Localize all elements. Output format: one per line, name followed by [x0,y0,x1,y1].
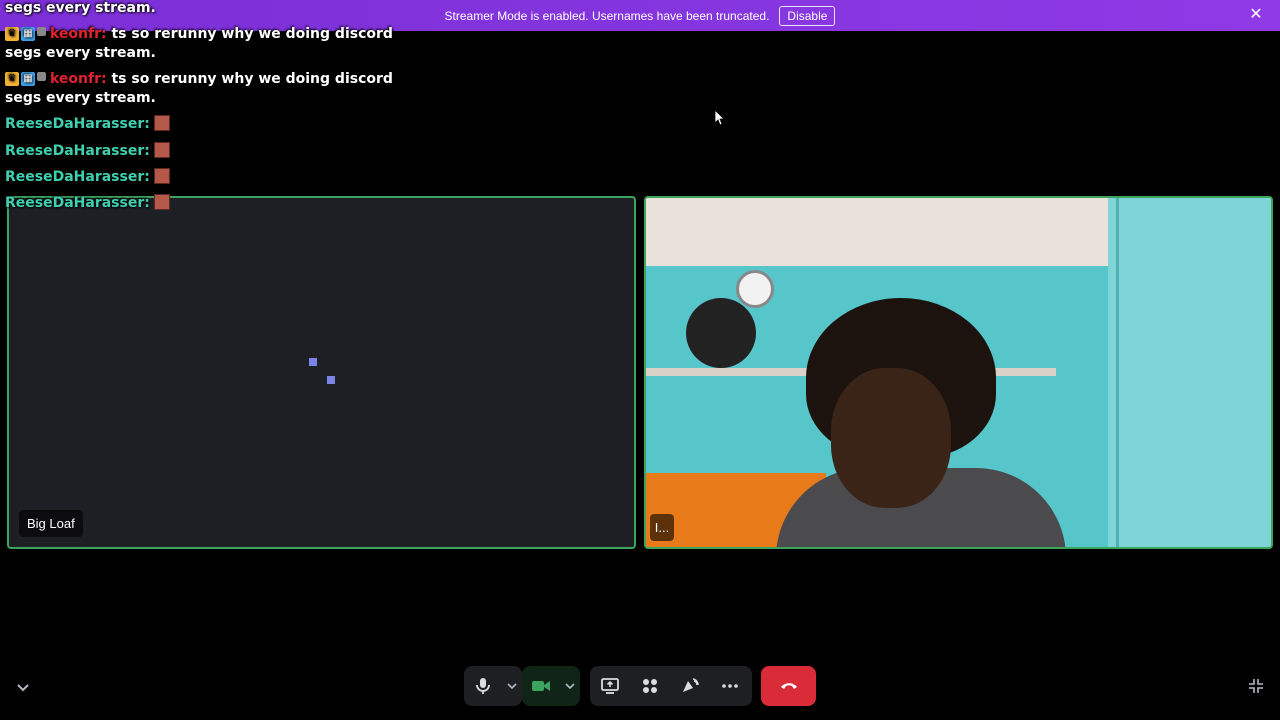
chat-username: keonfr: [50,26,107,42]
hangup-icon [780,683,797,689]
chat-username: keonfr: [50,71,107,87]
soundboard-icon [683,678,699,692]
microphone-options-button[interactable] [502,666,522,706]
emote-icon [153,168,170,184]
camera-control [522,666,580,706]
camera-options-button[interactable] [560,666,580,706]
more-icon [722,684,738,688]
camera-icon [532,681,550,691]
participant-name-label: Big Loaf [19,510,83,537]
subscriber-badge-icon: ▦ [21,27,35,41]
chat-username: ReeseDaHarasser: [5,195,150,211]
call-controls-bar [0,660,1280,712]
close-icon[interactable]: ✕ [1248,7,1264,23]
screen-share-button[interactable] [590,666,630,706]
video-tile-big-loaf[interactable]: Big Loaf [7,196,636,549]
chat-message-continuation: segs every stream. [5,45,156,61]
user-badges: ♛ ▦ [5,72,46,86]
chat-message: ReeseDaHarasser: [5,168,170,186]
soundboard-button[interactable] [670,666,710,706]
microphone-button[interactable] [464,666,502,706]
user-badges: ♛ ▦ [5,27,46,41]
chat-message: ReeseDaHarasser: [5,115,170,133]
chat-username: ReeseDaHarasser: [5,169,150,185]
chat-message: ♛ ▦ keonfr: ts so rerunny why we doing d… [5,70,393,88]
mod-badge-icon [37,27,46,36]
chat-username: ReeseDaHarasser: [5,143,150,159]
participant-name-label: I... [650,514,674,541]
avatar-pixel [309,358,317,366]
chat-message: ReeseDaHarasser: [5,142,170,160]
mod-badge-icon [37,72,46,81]
activities-button[interactable] [630,666,670,706]
chat-text: ts so rerunny why we doing discord [111,71,393,87]
disconnect-button[interactable] [761,666,816,706]
chat-message: ReeseDaHarasser: [5,194,170,212]
streamer-mode-text: Streamer Mode is enabled. Usernames have… [444,8,770,23]
microphone-icon [476,678,490,694]
chat-message: ♛ ▦ keonfr: ts so rerunny why we doing d… [5,25,393,43]
webcam-video [646,198,1271,547]
chat-text: ts so rerunny why we doing discord [111,26,393,42]
disable-streamer-mode-button[interactable]: Disable [779,5,836,26]
camera-button[interactable] [522,666,560,706]
screen-share-icon [601,678,619,694]
crown-badge-icon: ♛ [5,72,19,86]
avatar-pixel [327,376,335,384]
emote-icon [153,194,170,210]
chat-message-continuation: segs every stream. [5,0,156,16]
exit-fullscreen-icon[interactable] [1247,677,1265,695]
mouse-cursor-icon [715,110,725,126]
chat-username: ReeseDaHarasser: [5,116,150,132]
more-options-button[interactable] [710,666,750,706]
chat-message-continuation: segs every stream. [5,90,156,106]
microphone-control [464,666,522,706]
chevron-down-icon [565,683,575,689]
video-tile-webcam[interactable]: I... [644,196,1273,549]
subscriber-badge-icon: ▦ [21,72,35,86]
emote-icon [153,115,170,131]
activities-icon [643,679,657,693]
crown-badge-icon: ♛ [5,27,19,41]
emote-icon [153,142,170,158]
call-actions-group [590,666,752,706]
chevron-down-icon [507,683,517,689]
chevron-down-icon[interactable] [14,678,32,696]
